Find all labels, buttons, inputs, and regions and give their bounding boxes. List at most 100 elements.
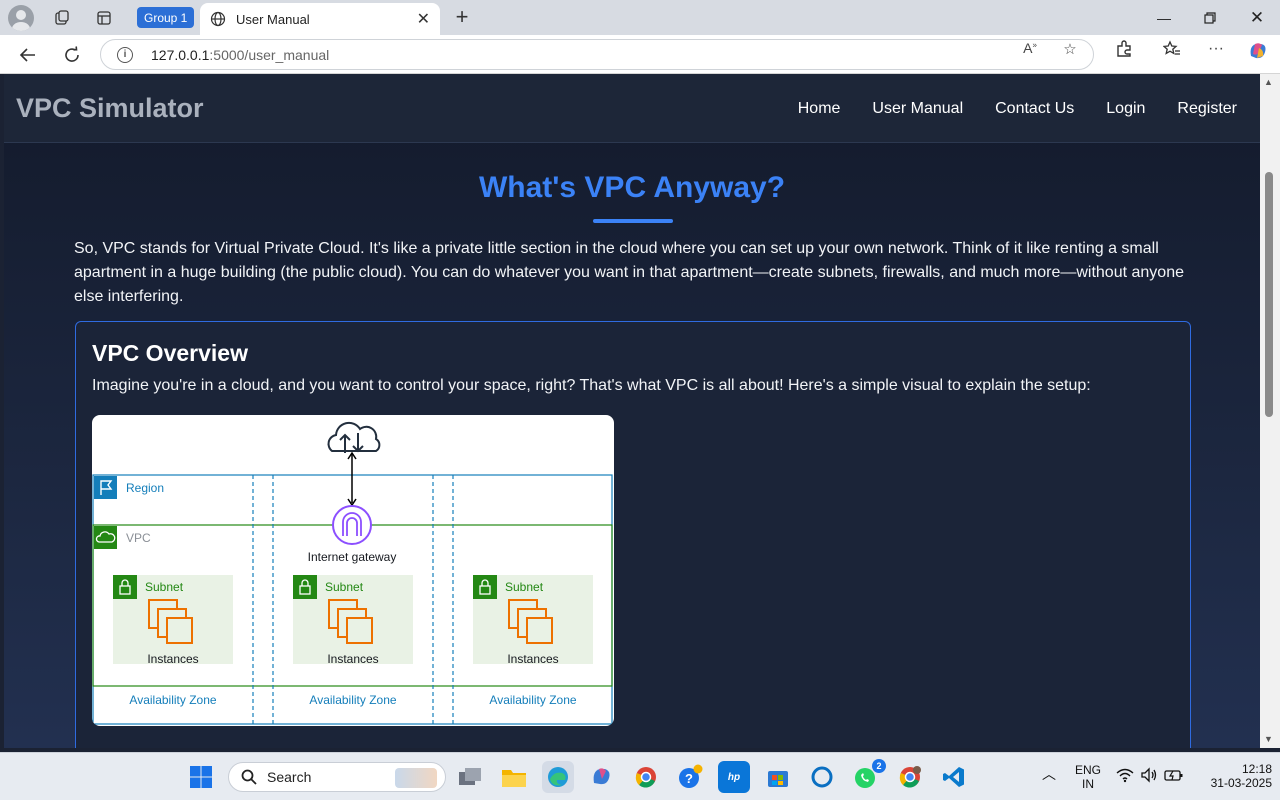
- search-highlight-icon: [395, 768, 437, 788]
- availability-zone-label: Availability Zone: [489, 693, 577, 707]
- language-indicator[interactable]: ENG IN: [1072, 763, 1104, 791]
- site-info-icon[interactable]: i: [117, 46, 133, 63]
- instances-icon: [328, 599, 373, 644]
- back-icon[interactable]: [15, 42, 41, 68]
- battery-icon[interactable]: [1164, 767, 1184, 786]
- site-header: VPC Simulator Home User Manual Contact U…: [4, 74, 1260, 143]
- address-bar[interactable]: i 127.0.0.1:5000/user_manual: [100, 39, 1094, 70]
- subnet-label: Subnet: [145, 580, 184, 594]
- tab-group-chip[interactable]: Group 1: [137, 7, 195, 28]
- windows-start-icon[interactable]: [185, 761, 217, 793]
- card-text: Imagine you're in a cloud, and you want …: [92, 377, 1091, 394]
- chrome-profile-icon[interactable]: [894, 761, 926, 793]
- favorites-icon[interactable]: [1159, 40, 1185, 62]
- url-host: 127.0.0.1: [151, 46, 210, 63]
- taskbar-search[interactable]: Search: [228, 762, 446, 792]
- lock-icon: [473, 575, 497, 599]
- region-code: IN: [1082, 777, 1094, 791]
- lock-icon: [293, 575, 317, 599]
- nav-home[interactable]: Home: [798, 100, 841, 118]
- search-label: Search: [267, 769, 312, 785]
- close-tab-icon[interactable]: ✕: [417, 9, 430, 29]
- nav-contact-us[interactable]: Contact Us: [995, 100, 1074, 118]
- address-bar-row: i 127.0.0.1:5000/user_manual A» ☆ ···: [0, 35, 1280, 74]
- edge-browser-icon[interactable]: [542, 761, 574, 793]
- availability-zone-label: Availability Zone: [309, 693, 397, 707]
- copilot-app-icon[interactable]: [586, 761, 618, 793]
- clock-date: 31-03-2025: [1210, 776, 1272, 790]
- help-app-icon[interactable]: ?: [674, 761, 706, 793]
- instances-icon: [508, 599, 553, 644]
- url-path: :5000/user_manual: [209, 46, 330, 63]
- taskbar: Search ? hp 2 ︿ ENG IN 12:18 31-03-2025: [0, 752, 1280, 800]
- vpc-overview-card: VPC Overview Imagine you're in a cloud, …: [75, 321, 1191, 748]
- tab-actions-icon[interactable]: [90, 4, 118, 32]
- clock-time: 12:18: [1241, 762, 1272, 776]
- scroll-up-arrow-icon[interactable]: ▲: [1264, 77, 1273, 87]
- restore-icon: [1204, 11, 1216, 24]
- restore-button[interactable]: [1187, 0, 1233, 35]
- clock[interactable]: 12:18 31-03-2025: [1192, 762, 1272, 790]
- diagram-region-label: Region: [126, 481, 165, 495]
- whatsapp-icon[interactable]: 2: [850, 759, 886, 793]
- workspaces-icon[interactable]: [48, 4, 76, 32]
- diagram-gateway-label: Internet gateway: [307, 550, 397, 564]
- more-options-icon[interactable]: ···: [1203, 40, 1229, 58]
- instances-icon: [148, 599, 193, 644]
- close-window-button[interactable]: ✕: [1234, 0, 1280, 35]
- instances-label: Instances: [147, 652, 199, 666]
- lock-icon: [113, 575, 137, 599]
- language-code: ENG: [1074, 763, 1101, 777]
- microsoft-store-icon[interactable]: [762, 761, 794, 793]
- intro-paragraph: So, VPC stands for Virtual Private Cloud…: [74, 240, 1184, 305]
- myhp-icon[interactable]: hp: [718, 761, 750, 793]
- read-aloud-icon[interactable]: A»: [1017, 40, 1043, 56]
- subnet-label: Subnet: [505, 580, 544, 594]
- instances-label: Instances: [327, 652, 379, 666]
- diagram-vpc-label: VPC: [126, 531, 151, 545]
- vscode-icon[interactable]: [938, 761, 970, 793]
- web-page: VPC Simulator Home User Manual Contact U…: [4, 74, 1260, 748]
- wifi-icon[interactable]: [1116, 767, 1134, 786]
- nav-user-manual[interactable]: User Manual: [872, 100, 963, 118]
- vpc-diagram: Region VPC Internet gateway Subnet Insta…: [92, 415, 614, 726]
- minimize-button[interactable]: —: [1141, 0, 1187, 35]
- tab-user-manual[interactable]: User Manual ✕: [200, 3, 440, 35]
- profile-avatar-icon[interactable]: [8, 4, 34, 31]
- page-title: What's VPC Anyway?: [478, 171, 786, 204]
- browser-tab-strip: Group 1 User Manual ✕ + — ✕: [0, 0, 1280, 35]
- nav-login[interactable]: Login: [1106, 100, 1145, 118]
- subnet-block: Subnet Instances: [113, 575, 233, 666]
- tab-title: User Manual: [236, 11, 310, 27]
- subnet-block: Subnet Instances: [293, 575, 413, 666]
- file-explorer-icon[interactable]: [498, 761, 530, 793]
- globe-icon: [210, 11, 226, 27]
- scrollbar-thumb[interactable]: [1265, 172, 1273, 417]
- show-hidden-icons[interactable]: ︿: [1042, 767, 1056, 781]
- chrome-icon[interactable]: [630, 761, 662, 793]
- subnet-label: Subnet: [325, 580, 364, 594]
- internet-gateway-icon: [332, 505, 372, 545]
- availability-zone-label: Availability Zone: [129, 693, 217, 707]
- refresh-icon[interactable]: [59, 42, 85, 68]
- region-flag-icon: [94, 476, 117, 499]
- site-brand[interactable]: VPC Simulator: [16, 93, 204, 124]
- cloud-icon: [327, 421, 381, 453]
- site-nav: Home User Manual Contact Us Login Regist…: [798, 74, 1237, 143]
- subnet-block: Subnet Instances: [473, 575, 593, 666]
- cortana-icon[interactable]: [806, 761, 838, 793]
- favorite-star-icon[interactable]: ☆: [1057, 40, 1083, 58]
- extensions-icon[interactable]: [1111, 40, 1137, 62]
- instances-label: Instances: [507, 652, 559, 666]
- nav-register[interactable]: Register: [1177, 100, 1237, 118]
- card-title: VPC Overview: [92, 340, 248, 366]
- scroll-down-arrow-icon[interactable]: ▼: [1264, 734, 1273, 744]
- new-tab-button[interactable]: +: [450, 4, 474, 30]
- page-scrollbar[interactable]: ▲ ▼: [1260, 74, 1280, 748]
- volume-icon[interactable]: [1140, 767, 1158, 786]
- copilot-icon[interactable]: [1245, 40, 1271, 66]
- task-view-icon[interactable]: [454, 761, 486, 793]
- svg-text:?: ?: [685, 771, 693, 786]
- search-icon: [241, 769, 257, 785]
- title-underline: [593, 219, 673, 223]
